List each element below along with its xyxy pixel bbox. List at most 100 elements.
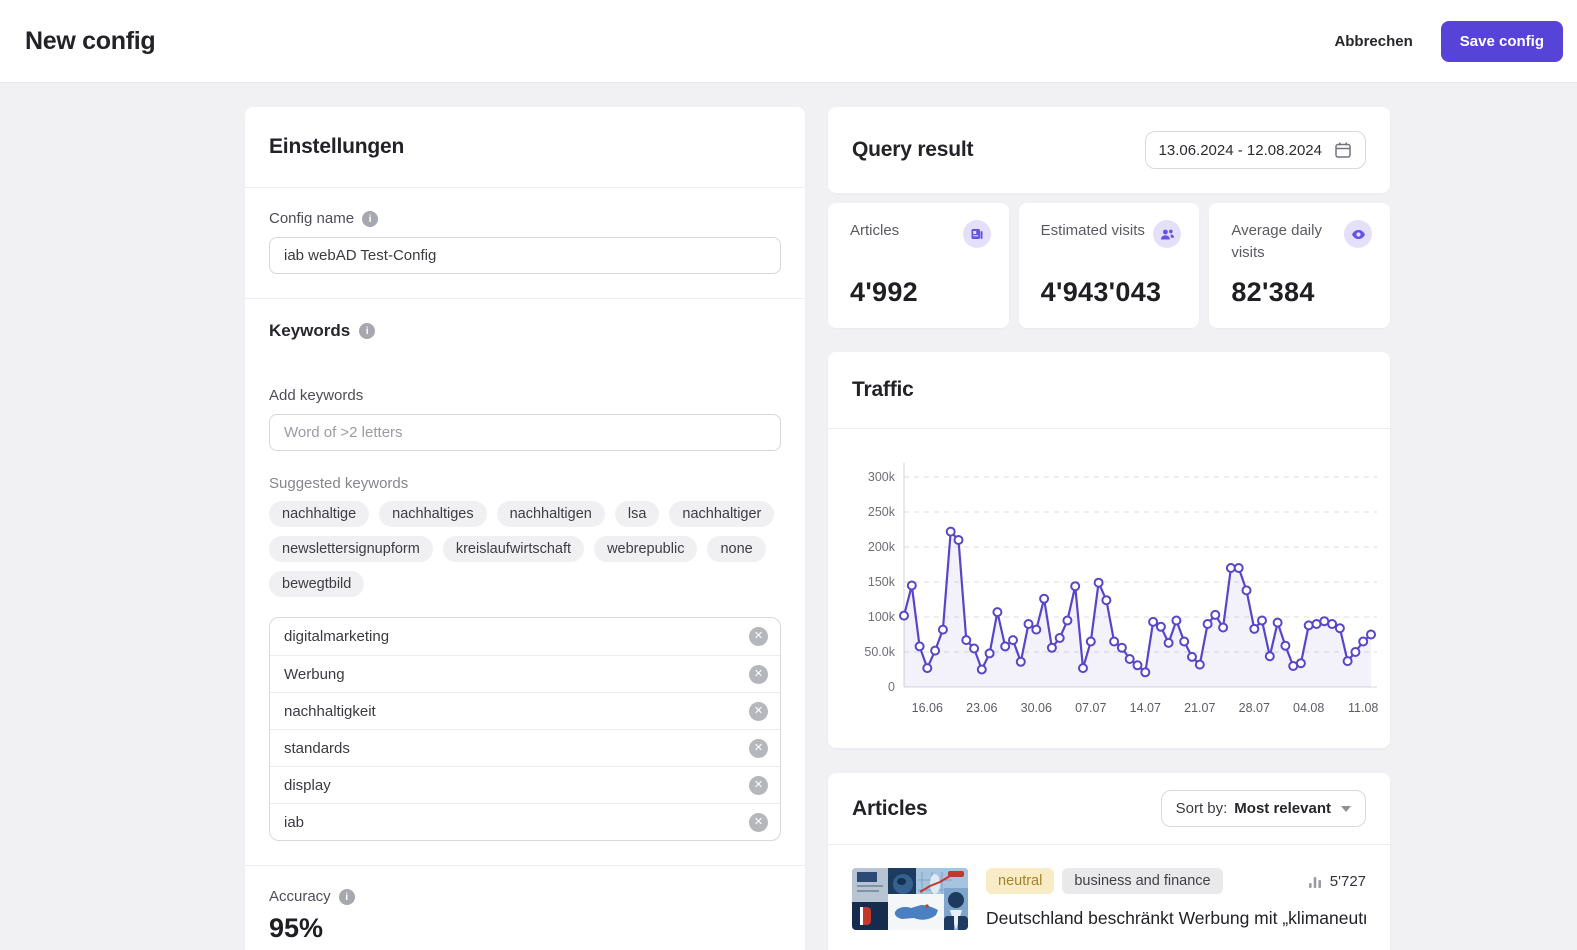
remove-keyword-button[interactable]: ✕ xyxy=(749,813,768,832)
svg-text:21.07: 21.07 xyxy=(1184,701,1215,715)
selected-keyword-label: display xyxy=(284,777,331,794)
accuracy-label: Accuracy xyxy=(269,888,331,905)
selected-keyword-row: nachhaltigkeit ✕ xyxy=(270,692,780,729)
news-icon xyxy=(963,220,991,248)
add-keywords-label: Add keywords xyxy=(269,387,363,404)
eye-icon xyxy=(1344,220,1372,248)
selected-keyword-row: Werbung ✕ xyxy=(270,655,780,692)
remove-keyword-button[interactable]: ✕ xyxy=(749,776,768,795)
stat-label: Articles xyxy=(850,220,899,242)
selected-keyword-label: Werbung xyxy=(284,666,345,683)
selected-keyword-label: digitalmarketing xyxy=(284,628,389,645)
suggested-keyword-chip[interactable]: lsa xyxy=(615,501,660,527)
query-result-title: Query result xyxy=(852,138,973,162)
suggested-keyword-chip[interactable]: nachhaltige xyxy=(269,501,369,527)
svg-text:30.06: 30.06 xyxy=(1021,701,1052,715)
suggested-keyword-chip[interactable]: nachhaltigen xyxy=(497,501,605,527)
traffic-chart: 0 50.0k 100k 150k 200k 250k 300k 16.06 23.06 30.0… xyxy=(828,429,1390,748)
stat-label: Estimated visits xyxy=(1041,220,1145,242)
info-icon[interactable]: i xyxy=(362,211,378,227)
svg-text:200k: 200k xyxy=(868,540,896,554)
selected-keyword-row: iab ✕ xyxy=(270,803,780,840)
chevron-down-icon xyxy=(1341,806,1351,812)
suggested-keyword-chip[interactable]: nachhaltiger xyxy=(669,501,774,527)
remove-keyword-button[interactable]: ✕ xyxy=(749,665,768,684)
results-column: Query result 13.06.2024 - 12.08.2024 Art… xyxy=(828,107,1390,950)
query-result-card: Query result 13.06.2024 - 12.08.2024 xyxy=(828,107,1390,193)
selected-keyword-row: display ✕ xyxy=(270,766,780,803)
svg-text:28.07: 28.07 xyxy=(1239,701,1270,715)
suggested-keyword-chip[interactable]: none xyxy=(707,536,765,562)
svg-text:07.07: 07.07 xyxy=(1075,701,1106,715)
keywords-title: Keywords xyxy=(269,321,350,341)
config-name-input[interactable] xyxy=(269,237,781,274)
svg-text:04.08: 04.08 xyxy=(1293,701,1324,715)
stat-value: 82'384 xyxy=(1231,277,1372,308)
bar-chart-icon xyxy=(1308,875,1322,888)
articles-title: Articles xyxy=(852,797,927,821)
date-range-value: 13.06.2024 - 12.08.2024 xyxy=(1159,142,1322,159)
selected-keyword-label: iab xyxy=(284,814,304,831)
svg-text:23.06: 23.06 xyxy=(966,701,997,715)
stat-card-articles: Articles 4'992 xyxy=(828,203,1009,328)
suggested-keyword-chip[interactable]: newslettersignupform xyxy=(269,536,433,562)
stat-value: 4'943'043 xyxy=(1041,277,1182,308)
settings-card: Einstellungen Config name i Keywords i A… xyxy=(245,107,805,950)
svg-text:14.07: 14.07 xyxy=(1130,701,1161,715)
selected-keywords-list: digitalmarketing ✕ Werbung ✕ nachhaltigkeit ✕… xyxy=(269,617,781,841)
header: New config Abbrechen Save config xyxy=(0,0,1577,83)
sort-dropdown[interactable]: Sort by: Most relevant xyxy=(1161,790,1366,827)
sentiment-badge: neutral xyxy=(986,868,1054,894)
category-badge: business and finance xyxy=(1062,868,1222,894)
suggested-keyword-chip[interactable]: webrepublic xyxy=(594,536,697,562)
stat-card-estimated-visits: Estimated visits 4'943'043 xyxy=(1019,203,1200,328)
article-thumbnail[interactable] xyxy=(852,868,968,930)
people-icon xyxy=(1153,220,1181,248)
suggested-keywords-list: nachhaltige nachhaltiges nachhaltigen lsana… xyxy=(269,501,781,597)
accuracy-value: 95% xyxy=(269,913,781,944)
svg-text:150k: 150k xyxy=(868,575,896,589)
svg-text:11.08: 11.08 xyxy=(1348,701,1378,715)
save-config-button[interactable]: Save config xyxy=(1441,21,1563,62)
info-icon[interactable]: i xyxy=(339,889,355,905)
calendar-icon xyxy=(1334,141,1352,159)
settings-title: Einstellungen xyxy=(269,135,781,159)
svg-text:100k: 100k xyxy=(868,610,896,624)
stat-card-average-daily-visits: Average daily visits 82'384 xyxy=(1209,203,1390,328)
keywords-section: Keywords i Add keywords Suggested keywor… xyxy=(245,299,805,865)
traffic-title: Traffic xyxy=(852,378,914,402)
selected-keyword-row: standards ✕ xyxy=(270,729,780,766)
article-title[interactable]: Deutschland beschränkt Werbung mit „klim… xyxy=(986,907,1366,931)
remove-keyword-button[interactable]: ✕ xyxy=(749,627,768,646)
stat-value: 4'992 xyxy=(850,277,991,308)
sort-value: Most relevant xyxy=(1234,800,1331,817)
article-views: 5'727 xyxy=(1330,873,1366,890)
remove-keyword-button[interactable]: ✕ xyxy=(749,739,768,758)
date-range-picker[interactable]: 13.06.2024 - 12.08.2024 xyxy=(1145,131,1366,169)
suggested-keyword-chip[interactable]: nachhaltiges xyxy=(379,501,486,527)
cancel-button[interactable]: Abbrechen xyxy=(1320,23,1426,60)
stats-row: Articles 4'992 Estimated visits xyxy=(828,203,1390,328)
article-list-item[interactable]: neutral business and finance 5'727 Deuts… xyxy=(828,845,1390,931)
articles-card: Articles Sort by: Most relevant xyxy=(828,773,1390,950)
svg-text:16.06: 16.06 xyxy=(912,701,943,715)
suggested-keyword-chip[interactable]: bewegtbild xyxy=(269,571,364,597)
svg-text:300k: 300k xyxy=(868,470,896,484)
austria-map-graphic xyxy=(891,900,941,926)
remove-keyword-button[interactable]: ✕ xyxy=(749,702,768,721)
info-icon[interactable]: i xyxy=(359,323,375,339)
svg-text:0: 0 xyxy=(888,680,895,694)
config-name-label: Config name xyxy=(269,210,354,227)
selected-keyword-label: nachhaltigkeit xyxy=(284,703,376,720)
config-name-section: Config name i xyxy=(245,188,805,298)
selected-keyword-label: standards xyxy=(284,740,350,757)
accuracy-section: Accuracy i 95% xyxy=(245,866,805,950)
svg-text:250k: 250k xyxy=(868,505,896,519)
stat-label: Average daily visits xyxy=(1231,220,1336,264)
svg-text:50.0k: 50.0k xyxy=(864,645,895,659)
add-keyword-input[interactable] xyxy=(269,414,781,451)
selected-keyword-row: digitalmarketing ✕ xyxy=(270,618,780,655)
suggested-keyword-chip[interactable]: kreislaufwirtschaft xyxy=(443,536,584,562)
sort-label: Sort by: xyxy=(1176,800,1228,817)
page-title: New config xyxy=(25,27,155,56)
